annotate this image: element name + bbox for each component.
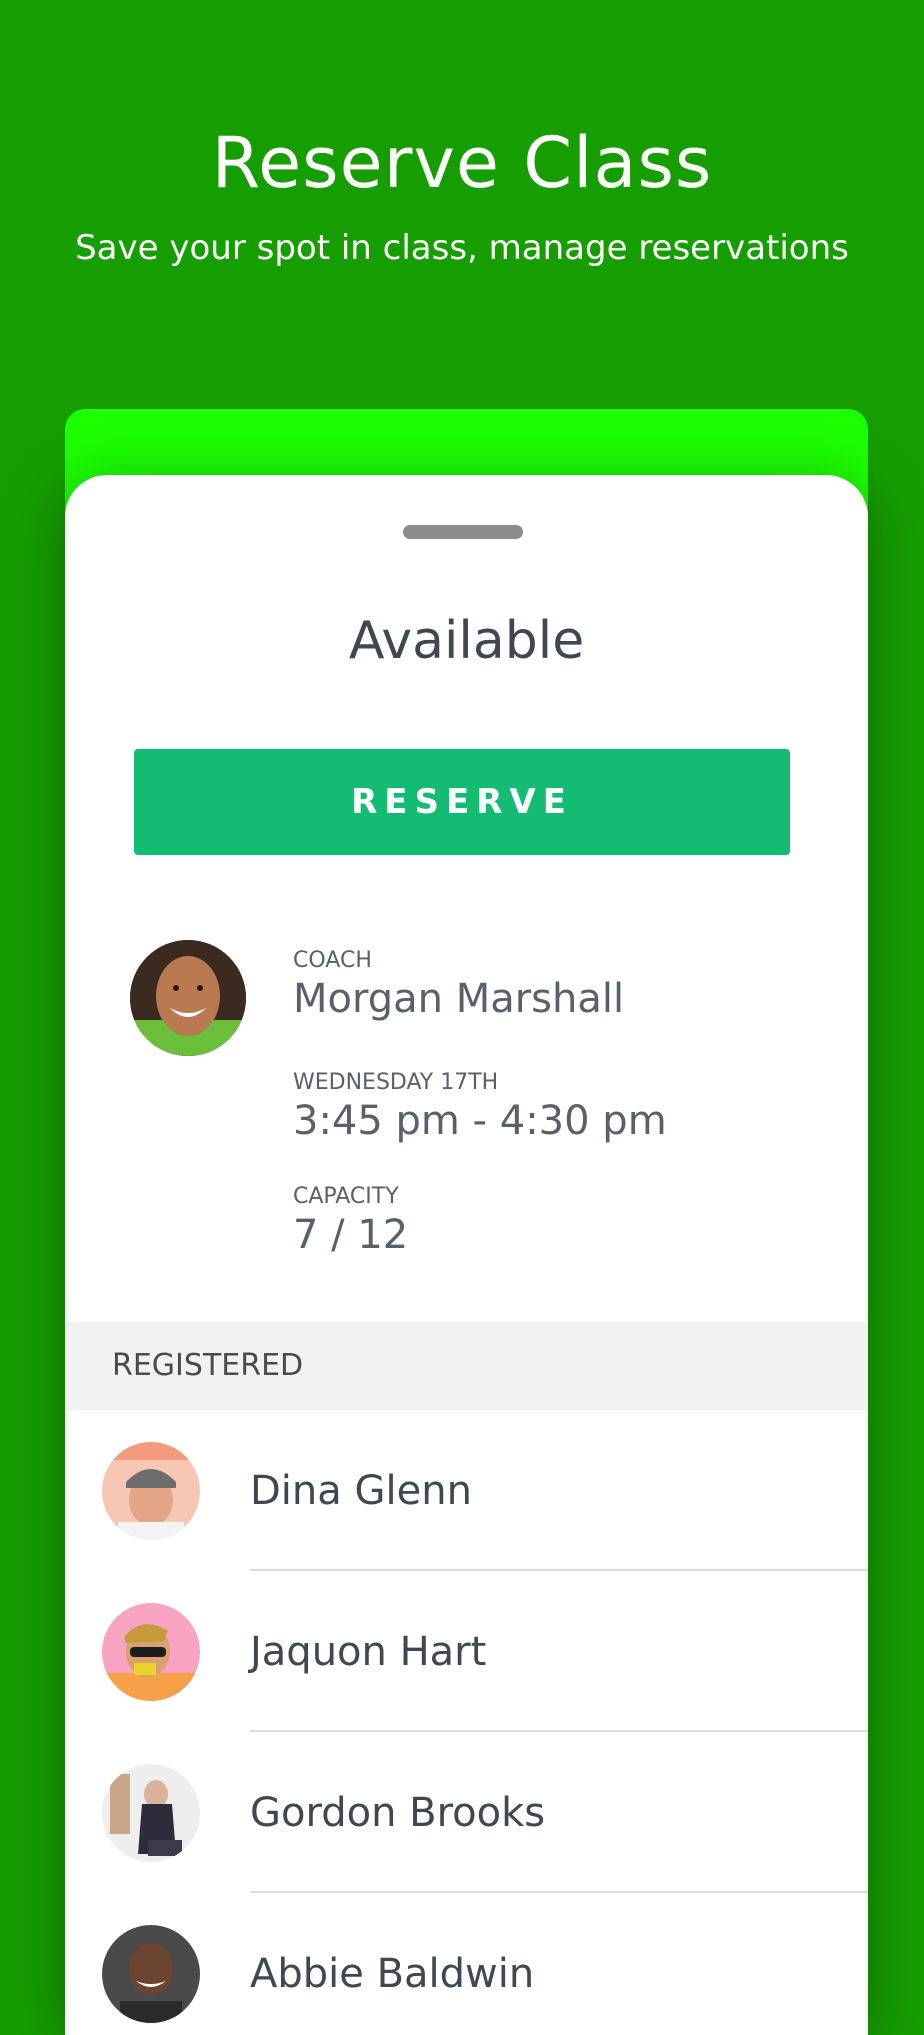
drag-handle[interactable] [403,525,523,539]
avatar [102,1442,200,1540]
page-subtitle: Save your spot in class, manage reservat… [75,228,849,268]
registered-section-header: REGISTERED [65,1322,868,1410]
coach-name: Morgan Marshall [293,976,625,1022]
schedule-date: WEDNESDAY 17th [293,1070,499,1095]
person-name: Dina Glenn [250,1468,472,1514]
page-title: Reserve Class [211,122,713,204]
list-item[interactable]: Jaquon Hart [65,1571,868,1732]
schedule-info: WEDNESDAY 17th 3:45 pm - 4:30 pm [293,1069,667,1145]
availability-status: Available [348,611,585,671]
avatar [102,1603,200,1701]
schedule-time: 3:45 pm - 4:30 pm [293,1098,667,1144]
capacity-label: CAPACITY [293,1184,399,1209]
list-item[interactable]: Abbie Baldwin [65,1893,868,2035]
avatar [102,1764,200,1862]
registered-list: Dina Glenn Jaquon Hart Gordon Brooks Abb… [65,1410,868,2035]
avatar [102,1925,200,2023]
reservation-sheet: Available RESERVE COACH Morgan Marshall … [65,475,868,2035]
person-name: Abbie Baldwin [250,1951,535,1997]
reserve-button[interactable]: RESERVE [134,749,790,855]
capacity-info: CAPACITY 7 / 12 [293,1183,408,1259]
coach-info: COACH Morgan Marshall [293,947,624,1023]
person-name: Gordon Brooks [250,1790,546,1836]
person-name: Jaquon Hart [250,1629,487,1675]
coach-avatar [130,940,246,1056]
list-item[interactable]: Dina Glenn [65,1410,868,1571]
capacity-value: 7 / 12 [293,1212,409,1258]
coach-label: COACH [293,948,372,973]
list-item[interactable]: Gordon Brooks [65,1732,868,1893]
